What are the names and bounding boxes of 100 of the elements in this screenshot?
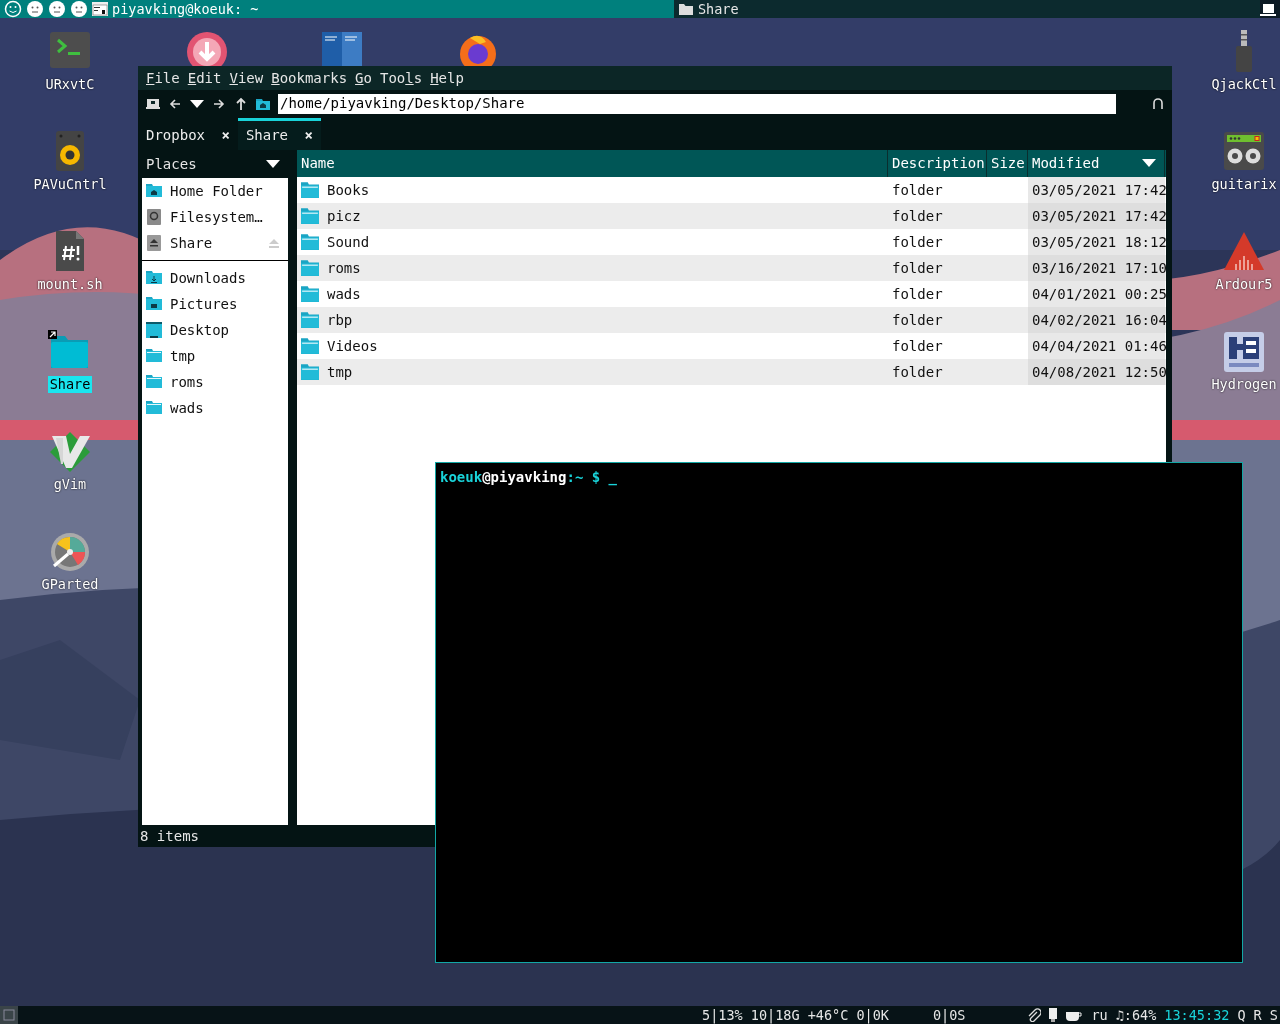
file-name[interactable]: roms xyxy=(327,255,361,281)
sidebar-item[interactable]: Pictures xyxy=(170,293,238,315)
path-field[interactable]: /home/piyavking/Desktop/Share xyxy=(278,93,1116,114)
desktop-icon xyxy=(146,322,162,338)
table-cell-text: 03/05/2021 18:12 xyxy=(1032,233,1167,252)
table-cell-text: 04/04/2021 01:46 xyxy=(1032,337,1167,356)
table-cell-text: folder xyxy=(892,259,943,278)
system-stats: 5|13% 10|18G +46°C 0|0K xyxy=(702,1006,889,1024)
folder-icon xyxy=(677,2,694,16)
menu-item[interactable]: Bookmarks xyxy=(267,67,352,89)
table-cell-text: 04/08/2021 12:50 xyxy=(1032,363,1167,382)
icon-label[interactable]: PAVuCntrl xyxy=(31,176,109,193)
sidebar-item[interactable]: wads xyxy=(170,397,204,419)
icon-label[interactable]: guitarix xyxy=(1209,176,1279,193)
tab[interactable]: Share × xyxy=(237,118,321,150)
table-cell-text: 04/01/2021 00:25 xyxy=(1032,285,1167,304)
forward-icon[interactable] xyxy=(212,96,226,111)
workspace-icon[interactable] xyxy=(4,0,22,18)
folder-icon xyxy=(301,234,319,250)
table-cell-text: 04/02/2021 16:04 xyxy=(1032,311,1167,330)
file-name[interactable]: Books xyxy=(327,177,370,203)
up-icon[interactable] xyxy=(234,96,248,111)
download-folder-icon xyxy=(146,270,162,286)
column-header[interactable]: Name xyxy=(297,150,888,177)
sidebar-item[interactable]: Share xyxy=(170,232,213,254)
keyboard-layout[interactable]: ru xyxy=(1091,1006,1108,1024)
sidebar-item[interactable]: Downloads xyxy=(170,267,246,289)
terminal-icon xyxy=(92,2,108,16)
tab[interactable]: Dropbox × xyxy=(138,118,238,150)
table-cell-text: folder xyxy=(892,337,943,356)
square-grid-icon[interactable] xyxy=(1222,330,1266,372)
dropdown-icon[interactable] xyxy=(266,159,280,169)
status-text: 8 items xyxy=(139,827,200,846)
folder-icon xyxy=(301,338,319,354)
table-cell-text: folder xyxy=(892,311,943,330)
picture-folder-icon xyxy=(146,296,162,312)
folder-icon xyxy=(301,286,319,302)
folder-icon xyxy=(146,400,162,416)
panel-button[interactable]: S xyxy=(1269,1006,1278,1024)
table-cell-text: 03/05/2021 17:42 xyxy=(1032,207,1167,226)
triangle-icon[interactable] xyxy=(1222,230,1266,272)
sidebar-item[interactable]: Filesystem… xyxy=(170,206,263,228)
workspace-icon[interactable] xyxy=(48,0,66,18)
folder-icon xyxy=(146,374,162,390)
drive-icon xyxy=(146,235,162,251)
panel-button[interactable]: R xyxy=(1253,1006,1262,1024)
icon-label[interactable]: QjackCtl xyxy=(1209,76,1279,93)
window-title[interactable]: Share xyxy=(697,0,739,18)
folder-icon xyxy=(301,260,319,276)
disk-chart-icon[interactable] xyxy=(48,530,92,572)
menu-item[interactable]: View xyxy=(225,67,268,89)
icon-label[interactable]: Share xyxy=(47,376,93,393)
sidebar-item[interactable]: roms xyxy=(170,371,204,393)
editor-icon[interactable] xyxy=(48,430,92,472)
column-header[interactable]: Size xyxy=(987,150,1028,177)
column-header[interactable]: Description xyxy=(888,150,987,177)
icon-label[interactable]: URxvtC xyxy=(43,76,97,93)
file-name[interactable]: Videos xyxy=(327,333,378,359)
file-name[interactable]: rbp xyxy=(327,307,353,333)
folder-icon xyxy=(301,312,319,328)
menu-item[interactable]: File xyxy=(142,67,184,89)
file-name[interactable]: tmp xyxy=(327,359,353,385)
battery-icon xyxy=(1049,1008,1058,1022)
file-name[interactable]: Sound xyxy=(327,229,370,255)
folder-icon xyxy=(301,182,319,198)
menu-item[interactable]: Help xyxy=(426,67,468,89)
back-icon[interactable] xyxy=(168,96,182,111)
icon-label[interactable]: Ardour5 xyxy=(1213,276,1275,293)
table-cell-text: 03/16/2021 17:10 xyxy=(1032,259,1167,278)
workspace-icon[interactable] xyxy=(70,0,88,18)
icon-label[interactable]: mount.sh xyxy=(35,276,105,293)
paperclip-icon xyxy=(1027,1008,1042,1022)
icon-label[interactable]: Hydrogen xyxy=(1209,376,1279,393)
table-cell-text: 03/05/2021 17:42 xyxy=(1032,181,1167,200)
swap-stat: 0|0S xyxy=(932,1006,966,1024)
sidebar-item[interactable]: Home Folder xyxy=(170,180,263,202)
home-folder-icon xyxy=(146,183,162,199)
table-cell-text: folder xyxy=(892,181,943,200)
icon-label[interactable]: gVim xyxy=(51,476,89,493)
menu-item[interactable]: Go xyxy=(351,67,376,89)
menu-item[interactable]: Edit xyxy=(183,67,226,89)
folder-icon xyxy=(301,364,319,380)
terminal-prompt: koeuk@piyavking:~ $ _ xyxy=(440,469,618,485)
table-cell-text: folder xyxy=(892,207,943,226)
workspace-icon[interactable] xyxy=(26,0,44,18)
sidebar-item[interactable]: tmp xyxy=(170,345,196,367)
table-cell-text: folder xyxy=(892,285,943,304)
panel-button[interactable]: Q xyxy=(1237,1006,1246,1024)
amplifier-icon[interactable] xyxy=(1222,130,1266,172)
icon-label[interactable]: GParted xyxy=(39,576,101,593)
file-name[interactable]: picz xyxy=(327,203,361,229)
computer-icon[interactable] xyxy=(146,96,160,111)
file-name[interactable]: wads xyxy=(327,281,361,307)
menu-item[interactable]: Tools xyxy=(375,67,427,89)
sidebar-item[interactable]: Desktop xyxy=(170,319,229,341)
sort-icon xyxy=(1142,159,1156,168)
home-folder-icon[interactable] xyxy=(256,96,270,111)
volume-text[interactable]: ♫:64% xyxy=(1115,1006,1157,1024)
book-icon[interactable] xyxy=(320,30,364,66)
sidebar-title: Places xyxy=(146,154,197,174)
